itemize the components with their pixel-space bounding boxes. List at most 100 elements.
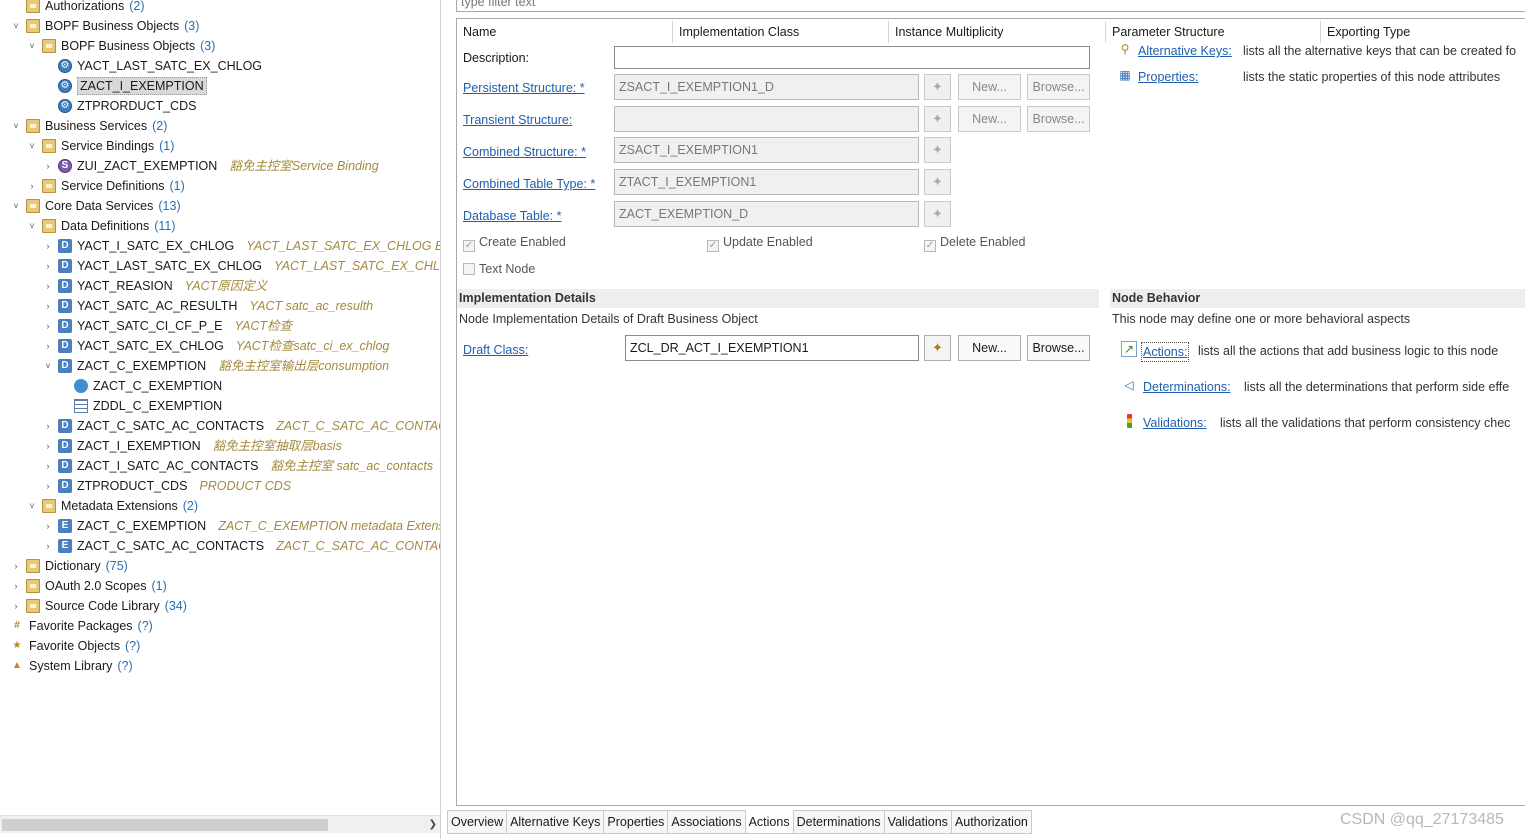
chevron-right-icon[interactable]: ›	[42, 456, 54, 476]
folder-icon	[26, 199, 40, 213]
column-header-instance-multiplicity[interactable]: Instance Multiplicity	[889, 21, 1103, 43]
filter-input[interactable]: type filter text	[456, 0, 1525, 12]
tree-item-count: (?)	[117, 659, 133, 673]
chevron-down-icon[interactable]: ˅	[26, 496, 38, 516]
node-behavior-subtitle: This node may define one or more behavio…	[1112, 312, 1411, 326]
tree-item-count: (75)	[105, 559, 128, 573]
tree-item-label: ZACT_C_SATC_AC_CONTACTS ZACT_C_SATC_AC_CO…	[77, 416, 440, 436]
node-editor: Name Implementation Class Instance Multi…	[456, 18, 1525, 806]
favorite-objects-icon: ★	[12, 640, 22, 651]
wand-icon: ✦	[932, 206, 943, 221]
entity-icon	[74, 379, 88, 393]
tab-authorization[interactable]: Authorization	[951, 810, 1032, 834]
wand-icon: ✦	[932, 111, 943, 126]
tree-item-description: ZACT_C_SATC_AC_CONTACTS m	[276, 539, 440, 553]
horizontal-scrollbar[interactable]: ❯	[0, 815, 440, 834]
tab-properties[interactable]: Properties	[604, 810, 669, 834]
tree-item-description: PRODUCT CDS	[199, 479, 292, 493]
delete-enabled-checkbox: ✓ Delete Enabled	[924, 234, 1025, 252]
chevron-right-icon[interactable]: ›	[42, 276, 54, 296]
tree-item-count: (?)	[125, 639, 141, 653]
tree-item-name: ZTPRORDUCT_CDS	[77, 99, 197, 113]
tree-item-description: YACT_LAST_SATC_EX_CHLOG Basis	[246, 239, 440, 253]
checkmark-icon: ✓	[707, 240, 719, 252]
combined-table-type-link[interactable]: Combined Table Type: *	[463, 175, 595, 193]
chevron-right-icon[interactable]: ›	[42, 516, 54, 536]
ddl-view-icon	[74, 399, 88, 413]
draft-browse-button[interactable]: Browse...	[1027, 335, 1090, 361]
text-node-checkbox: Text Node	[463, 261, 535, 277]
tab-overview[interactable]: Overview	[447, 810, 508, 834]
chevron-right-icon[interactable]: ›	[10, 576, 22, 596]
determinations-link[interactable]: Determinations:	[1143, 378, 1231, 396]
wand-icon: ✦	[932, 79, 943, 94]
tree-item-label: ZTPRORDUCT_CDS	[77, 96, 196, 116]
chevron-down-icon[interactable]: ˅	[26, 36, 38, 56]
chevron-right-icon[interactable]: ›	[42, 316, 54, 336]
chevron-down-icon[interactable]: ˅	[10, 196, 22, 216]
database-table-link[interactable]: Database Table: *	[463, 207, 561, 225]
tab-determinations[interactable]: Determinations	[793, 810, 885, 834]
column-header-name[interactable]: Name	[457, 21, 673, 43]
chevron-right-icon[interactable]: ›	[42, 476, 54, 496]
wand-icon: ✦	[932, 142, 943, 157]
chevron-right-icon[interactable]: ›	[42, 296, 54, 316]
chevron-down-icon[interactable]: ˅	[26, 216, 38, 236]
chevron-right-icon[interactable]: ›	[42, 436, 54, 456]
database-table-wand-button: ✦	[924, 201, 951, 227]
actions-link[interactable]: Actions:	[1141, 342, 1190, 362]
chevron-right-icon[interactable]: ›	[42, 536, 54, 556]
tree-item-name: System Library	[29, 659, 113, 673]
data-definition-icon: D	[58, 319, 72, 333]
combined-structure-field: ZSACT_I_EXEMPTION1	[614, 137, 919, 163]
scroll-right-icon[interactable]: ❯	[429, 816, 437, 834]
tree-item-label: ZACT_C_SATC_AC_CONTACTS ZACT_C_SATC_AC_CO…	[77, 536, 440, 556]
chevron-right-icon[interactable]: ›	[42, 416, 54, 436]
draft-class-link[interactable]: Draft Class:	[463, 341, 528, 359]
folder-icon	[26, 579, 40, 593]
draft-class-wand-button[interactable]: ✦	[924, 335, 951, 361]
column-header-parameter-structure[interactable]: Parameter Structure	[1105, 21, 1321, 43]
chevron-right-icon[interactable]: ›	[42, 236, 54, 256]
scrollbar-thumb[interactable]	[2, 819, 328, 831]
tree-item-description: YACT_LAST_SATC_EX_CHLOG	[274, 259, 441, 273]
chevron-right-icon[interactable]: ›	[42, 156, 54, 176]
chevron-right-icon[interactable]: ›	[10, 556, 22, 576]
tab-alternative-keys[interactable]: Alternative Keys	[507, 810, 605, 834]
tree-item-description: 豁免主控室抽取层basis	[212, 439, 342, 453]
tree-item-name: BOPF Business Objects	[45, 19, 180, 33]
draft-new-button[interactable]: New...	[958, 335, 1021, 361]
chevron-right-icon[interactable]: ›	[26, 176, 38, 196]
persistent-structure-link[interactable]: Persistent Structure: *	[463, 79, 585, 97]
folder-icon	[26, 0, 40, 13]
tree-item-label: ZACT_I_EXEMPTION	[77, 76, 207, 96]
tree-item-description: YACT satc_ac_resulth	[249, 299, 374, 313]
tree-item-name: OAuth 2.0 Scopes	[45, 579, 147, 593]
chevron-right-icon[interactable]: ›	[10, 596, 22, 616]
update-enabled-label: Update Enabled	[723, 235, 813, 249]
actions-icon: ↗	[1121, 341, 1137, 357]
chevron-down-icon[interactable]: ˅	[26, 136, 38, 156]
chevron-right-icon[interactable]: ›	[42, 336, 54, 356]
transient-structure-link[interactable]: Transient Structure:	[463, 111, 572, 129]
chevron-down-icon[interactable]: ˅	[10, 116, 22, 136]
tree-item-label: ZUI_ZACT_EXEMPTION 豁免主控室Service Binding	[77, 156, 379, 176]
column-header-impl-class[interactable]: Implementation Class	[673, 21, 889, 43]
chevron-down-icon[interactable]: ˅	[42, 356, 54, 376]
validations-link[interactable]: Validations:	[1143, 414, 1207, 432]
tab-associations[interactable]: Associations	[668, 810, 746, 834]
watermark: CSDN @qq_27173485	[1340, 811, 1504, 828]
tree-item-name: ZACT_C_SATC_AC_CONTACTS	[77, 419, 265, 433]
draft-class-field[interactable]: ZCL_DR_ACT_I_EXEMPTION1	[625, 335, 919, 361]
description-input[interactable]	[614, 46, 1090, 69]
tab-actions[interactable]: Actions	[745, 810, 794, 834]
validations-icon	[1121, 413, 1137, 429]
persistent-browse-button: Browse...	[1027, 74, 1090, 100]
combined-structure-link[interactable]: Combined Structure: *	[463, 143, 586, 161]
alternative-keys-link[interactable]: Alternative Keys:	[1138, 42, 1232, 60]
properties-link[interactable]: Properties:	[1138, 68, 1198, 86]
chevron-right-icon[interactable]: ›	[42, 256, 54, 276]
chevron-down-icon[interactable]: ˅	[10, 16, 22, 36]
column-header-exporting-type[interactable]: Exporting Type	[1321, 21, 1525, 43]
tab-validations[interactable]: Validations	[884, 810, 952, 834]
